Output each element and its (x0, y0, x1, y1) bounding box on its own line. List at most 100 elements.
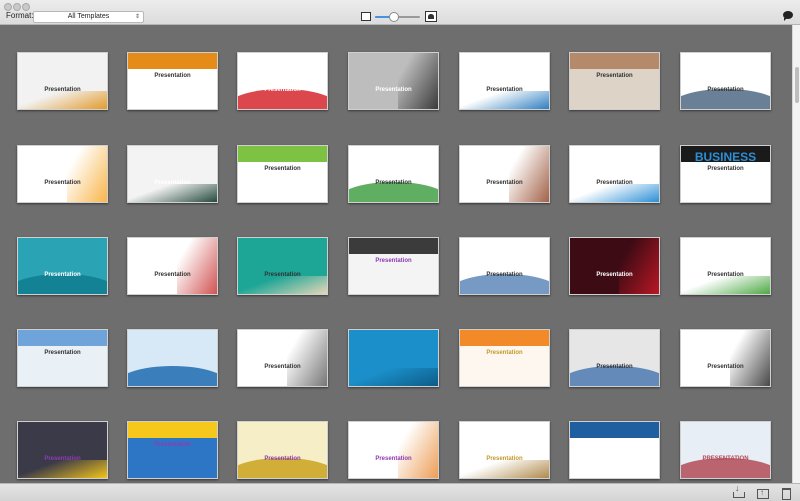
chevron-updown-icon: ⇕ (134, 14, 140, 20)
template-art (238, 276, 327, 294)
template-title: Presentation (596, 73, 633, 79)
template-title: Presentation (44, 180, 81, 186)
template-banner: BUSINESS (694, 150, 757, 164)
template-thumbnail[interactable]: Presentation (17, 421, 108, 479)
template-title: Presentation (264, 272, 301, 278)
template-thumbnail[interactable]: Presentation (17, 329, 108, 387)
import-icon[interactable] (733, 483, 745, 498)
template-title: Presentation (154, 442, 191, 448)
template-thumbnail[interactable]: Presentation (569, 329, 660, 387)
vertical-scrollbar[interactable] (792, 25, 800, 483)
template-thumbnail[interactable]: Presentation (237, 421, 328, 479)
chat-bubble-icon[interactable] (783, 11, 793, 21)
large-thumbnail-icon[interactable] (425, 11, 437, 22)
trash-icon[interactable] (782, 488, 791, 500)
template-thumbnail[interactable]: Presentation (459, 52, 550, 110)
template-thumbnail[interactable]: Presentation (459, 421, 550, 479)
zoom-window-icon[interactable] (22, 3, 30, 11)
template-thumbnail[interactable]: Presentation (459, 237, 550, 295)
template-title: Presentation (264, 87, 301, 93)
template-thumbnail[interactable]: Presentation (569, 145, 660, 203)
minimize-window-icon[interactable] (13, 3, 21, 11)
template-thumbnail[interactable]: Presentation (127, 52, 218, 110)
template-art (128, 53, 217, 69)
template-art (128, 422, 217, 438)
template-art (18, 460, 107, 478)
template-title: Presentation (44, 456, 81, 462)
template-art (18, 91, 107, 109)
template-art (286, 330, 327, 386)
template-thumbnail[interactable]: Presentation (459, 329, 550, 387)
template-title: Presentation (154, 73, 191, 79)
template-title: Presentation (264, 364, 301, 370)
template-thumbnail[interactable] (569, 421, 660, 479)
template-thumbnail[interactable]: Presentation (459, 145, 550, 203)
format-label: Format: (6, 11, 34, 20)
zoom-slider-knob[interactable] (389, 12, 399, 22)
template-thumbnail[interactable]: Presentation (348, 237, 439, 295)
template-art (18, 330, 107, 346)
template-title: Presentation (707, 364, 744, 370)
template-thumbnail[interactable]: Presentation (17, 145, 108, 203)
scrollbar-thumb[interactable] (795, 67, 799, 104)
export-icon[interactable] (757, 488, 769, 499)
template-thumbnail[interactable]: Presentation (680, 237, 771, 295)
template-art (397, 422, 438, 478)
template-thumbnail[interactable]: Presentation (348, 421, 439, 479)
template-thumbnail[interactable] (127, 329, 218, 387)
template-grid: Presentation Presentation Presentation Pres… (0, 25, 791, 483)
template-title: Presentation (707, 272, 744, 278)
template-thumbnail[interactable]: Presentation (569, 237, 660, 295)
toolbar: Format: All Templates ⇕ (0, 0, 800, 25)
template-title: Presentation (707, 166, 744, 172)
template-art (508, 146, 549, 202)
template-thumbnail[interactable]: Presentation (127, 421, 218, 479)
template-art (176, 238, 217, 294)
template-title: Presentation (44, 87, 81, 93)
template-art (618, 238, 659, 294)
template-art (238, 146, 327, 162)
template-title: Presentation (486, 87, 523, 93)
template-title: Presentation (486, 272, 523, 278)
template-thumbnail[interactable]: PRESENTATION (680, 421, 771, 479)
template-thumbnail[interactable]: Presentation (17, 52, 108, 110)
format-select[interactable]: All Templates ⇕ (33, 11, 144, 23)
template-thumbnail[interactable]: Presentation (237, 52, 328, 110)
template-art (397, 53, 438, 109)
template-art (460, 330, 549, 346)
template-thumbnail[interactable]: Presentation (348, 145, 439, 203)
template-title: Presentation (375, 258, 412, 264)
template-art (460, 91, 549, 109)
template-title: Presentation (375, 87, 412, 93)
template-art (460, 460, 549, 478)
close-window-icon[interactable] (4, 3, 12, 11)
template-art (729, 330, 770, 386)
template-thumbnail[interactable]: Presentation (348, 52, 439, 110)
template-art (128, 366, 217, 386)
template-thumbnail[interactable]: Presentation (17, 237, 108, 295)
template-thumbnail[interactable]: Presentation (237, 329, 328, 387)
template-art (570, 53, 659, 69)
template-title: Presentation (44, 272, 81, 278)
template-title: Presentation (375, 180, 412, 186)
template-thumbnail[interactable]: Presentation (680, 52, 771, 110)
template-thumbnail[interactable]: BUSINESS Presentation (680, 145, 771, 203)
template-title: Presentation (486, 180, 523, 186)
template-thumbnail[interactable]: Presentation (127, 237, 218, 295)
template-art (128, 184, 217, 202)
template-thumbnail[interactable] (348, 329, 439, 387)
bottom-bar (0, 483, 800, 501)
template-art (349, 238, 438, 254)
template-thumbnail[interactable]: Presentation (127, 145, 218, 203)
small-thumbnail-icon[interactable] (361, 12, 371, 21)
template-art (681, 276, 770, 294)
template-thumbnail[interactable]: Presentation (569, 52, 660, 110)
template-thumbnail[interactable]: Presentation (680, 329, 771, 387)
template-title: Presentation (154, 180, 191, 186)
template-thumbnail[interactable]: Presentation (237, 145, 328, 203)
template-thumbnail[interactable]: Presentation (237, 237, 328, 295)
template-title: Presentation (596, 180, 633, 186)
template-title: Presentation (154, 272, 191, 278)
template-title: Presentation (264, 166, 301, 172)
app-window: Format: All Templates ⇕ Presentation Pres… (0, 0, 800, 501)
